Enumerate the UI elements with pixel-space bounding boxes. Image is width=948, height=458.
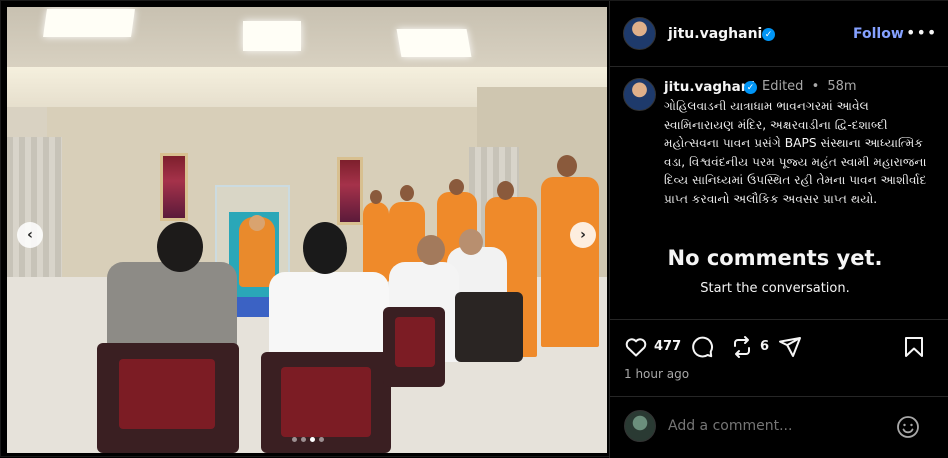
photo-head	[157, 222, 203, 272]
photo-head	[449, 179, 464, 195]
photo-monk	[363, 202, 389, 282]
repost-count[interactable]: 6	[760, 339, 769, 354]
chevron-right-icon: ›	[580, 227, 586, 243]
photo-chair-seat	[395, 317, 435, 367]
like-count[interactable]: 477	[654, 339, 681, 354]
carousel-dot-active	[310, 437, 315, 442]
follow-button[interactable]: Follow	[853, 26, 904, 42]
photo-tapestry	[337, 157, 363, 225]
photo-head	[303, 222, 347, 274]
repost-icon[interactable]	[730, 335, 754, 359]
post-header: jitu.vaghani ✓ Follow •••	[610, 1, 948, 67]
avatar[interactable]	[623, 78, 656, 111]
ceiling-light	[243, 21, 301, 51]
carousel-dot	[301, 437, 306, 442]
photo-head	[400, 185, 414, 201]
comment-input[interactable]	[668, 418, 888, 434]
photo-chair-seat	[281, 367, 371, 437]
more-options-icon[interactable]: •••	[906, 23, 937, 42]
photo-chair-seat	[119, 359, 215, 429]
post-side-panel: jitu.vaghani ✓ Follow ••• jitu.vaghani ✓…	[609, 1, 948, 458]
emoji-icon[interactable]	[896, 415, 920, 439]
no-comments-title: No comments yet.	[667, 246, 883, 270]
comment-icon[interactable]	[690, 335, 714, 359]
carousel-dot	[292, 437, 297, 442]
post-meta: Edited • 58m	[762, 79, 857, 94]
post-modal: ‹ › jitu.vaghani ✓ Follow ••• jitu.vagha…	[0, 0, 948, 458]
photo-tapestry	[160, 153, 188, 221]
next-slide-button[interactable]: ›	[570, 222, 596, 248]
comment-bar	[610, 396, 948, 458]
meta-separator: •	[811, 79, 820, 94]
photo-head	[417, 235, 445, 265]
photo-head	[459, 229, 483, 255]
caption-username[interactable]: jitu.vaghani	[664, 79, 755, 95]
post-time-ago: 58m	[827, 79, 857, 94]
photo-head	[497, 181, 514, 200]
prev-slide-button[interactable]: ‹	[17, 222, 43, 248]
heart-icon[interactable]	[624, 335, 648, 359]
post-timestamp[interactable]: 1 hour ago	[624, 367, 689, 381]
photo-chair	[455, 292, 523, 362]
share-icon[interactable]	[778, 335, 802, 359]
post-caption: ગોહિલવાડની યાત્રાધામ ભાવનગરમાં આવેલ સ્વા…	[664, 99, 927, 206]
photo-head	[370, 190, 382, 204]
verified-icon: ✓	[744, 81, 757, 94]
avatar[interactable]	[624, 410, 656, 442]
verified-icon: ✓	[762, 28, 775, 41]
photo-monk	[541, 177, 599, 347]
photo-head	[249, 215, 265, 231]
carousel-dot	[319, 437, 324, 442]
ceiling-light	[43, 9, 135, 37]
carousel-dots	[292, 437, 324, 442]
avatar[interactable]	[623, 17, 656, 50]
photo-head	[557, 155, 577, 177]
author-username[interactable]: jitu.vaghani	[668, 26, 762, 42]
edited-label: Edited	[762, 79, 804, 94]
no-comments-subtitle: Start the conversation.	[700, 281, 850, 296]
chevron-left-icon: ‹	[27, 227, 33, 243]
post-photo[interactable]: ‹ ›	[7, 7, 607, 453]
ceiling-light	[396, 29, 472, 57]
bookmark-icon[interactable]	[902, 335, 926, 359]
